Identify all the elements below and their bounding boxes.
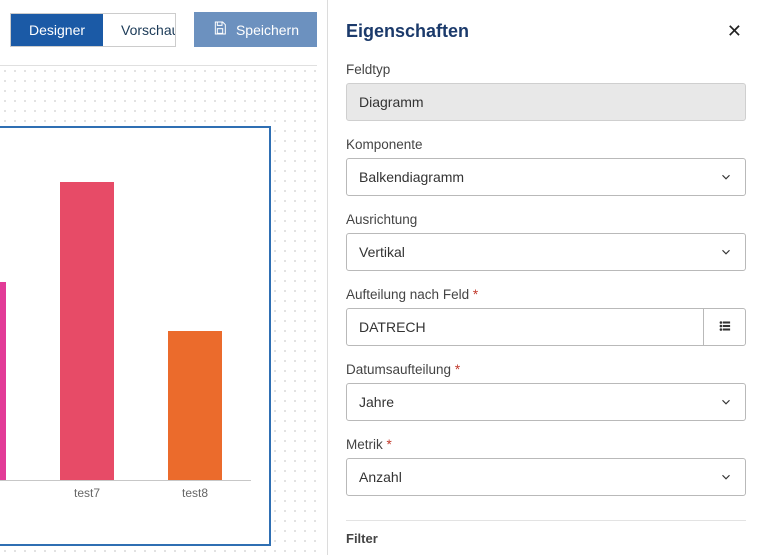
field-component: Komponente Balkendiagramm bbox=[346, 137, 746, 196]
picker-open-button[interactable] bbox=[703, 309, 745, 345]
chart-plot: 0 60 30 bbox=[0, 128, 251, 481]
field-fieldtype: Feldtyp Diagramm bbox=[346, 62, 746, 121]
tab-preview[interactable]: Vorschau bbox=[103, 14, 176, 46]
value-metric: Anzahl bbox=[359, 469, 402, 485]
value-orientation: Vertikal bbox=[359, 244, 405, 260]
chevron-down-icon bbox=[719, 170, 733, 184]
properties-form: Feldtyp Diagramm Komponente Balkendiagra… bbox=[346, 62, 746, 546]
field-orientation: Ausrichtung Vertikal bbox=[346, 212, 746, 271]
panel-header: Eigenschaften ✕ bbox=[346, 10, 746, 62]
filter-section-title: Filter bbox=[346, 520, 746, 546]
chart-widget[interactable]: 0 60 30 st6 test7 test8 bbox=[0, 126, 271, 546]
designer-pane: Designer Vorschau Speichern 0 60 bbox=[0, 0, 327, 555]
chevron-down-icon bbox=[719, 395, 733, 409]
value-fieldtype: Diagramm bbox=[359, 94, 424, 110]
bar-label: 30 bbox=[168, 313, 222, 328]
bar-label: 60 bbox=[60, 164, 114, 179]
label-orientation: Ausrichtung bbox=[346, 212, 746, 227]
chevron-down-icon bbox=[719, 245, 733, 259]
select-datesplit[interactable]: Jahre bbox=[346, 383, 746, 421]
picker-splitby: DATRECH bbox=[346, 308, 746, 346]
label-splitby: Aufteilung nach Feld bbox=[346, 287, 746, 302]
input-splitby[interactable]: DATRECH bbox=[347, 309, 703, 345]
close-icon[interactable]: ✕ bbox=[723, 18, 746, 44]
mode-tabs: Designer Vorschau bbox=[10, 13, 176, 47]
value-datesplit: Jahre bbox=[359, 394, 394, 410]
label-datesplit: Datumsaufteilung bbox=[346, 362, 746, 377]
panel-title: Eigenschaften bbox=[346, 21, 469, 42]
chart-xaxis: st6 test7 test8 bbox=[0, 486, 251, 506]
input-fieldtype: Diagramm bbox=[346, 83, 746, 121]
bar-test7: 60 bbox=[60, 182, 114, 480]
bar-label: 0 bbox=[0, 288, 6, 303]
tick-label: test8 bbox=[182, 486, 208, 500]
value-splitby: DATRECH bbox=[359, 319, 426, 335]
bar-st6: 0 bbox=[0, 282, 6, 480]
list-icon bbox=[717, 319, 733, 336]
properties-panel: Eigenschaften ✕ Feldtyp Diagramm Kompone… bbox=[327, 0, 764, 555]
tick-label: test7 bbox=[74, 486, 100, 500]
select-component[interactable]: Balkendiagramm bbox=[346, 158, 746, 196]
field-splitby: Aufteilung nach Feld DATRECH bbox=[346, 287, 746, 346]
field-datesplit: Datumsaufteilung Jahre bbox=[346, 362, 746, 421]
select-orientation[interactable]: Vertikal bbox=[346, 233, 746, 271]
save-icon bbox=[212, 20, 228, 39]
label-component: Komponente bbox=[346, 137, 746, 152]
field-metric: Metrik Anzahl bbox=[346, 437, 746, 496]
toolbar: Designer Vorschau Speichern bbox=[0, 0, 327, 65]
tab-designer[interactable]: Designer bbox=[11, 14, 103, 46]
select-metric[interactable]: Anzahl bbox=[346, 458, 746, 496]
chevron-down-icon bbox=[719, 470, 733, 484]
save-label: Speichern bbox=[236, 22, 299, 38]
value-component: Balkendiagramm bbox=[359, 169, 464, 185]
label-metric: Metrik bbox=[346, 437, 746, 452]
save-button[interactable]: Speichern bbox=[194, 12, 317, 47]
bar-test8: 30 bbox=[168, 331, 222, 480]
label-fieldtype: Feldtyp bbox=[346, 62, 746, 77]
design-canvas[interactable]: 0 60 30 st6 test7 test8 bbox=[0, 65, 317, 560]
